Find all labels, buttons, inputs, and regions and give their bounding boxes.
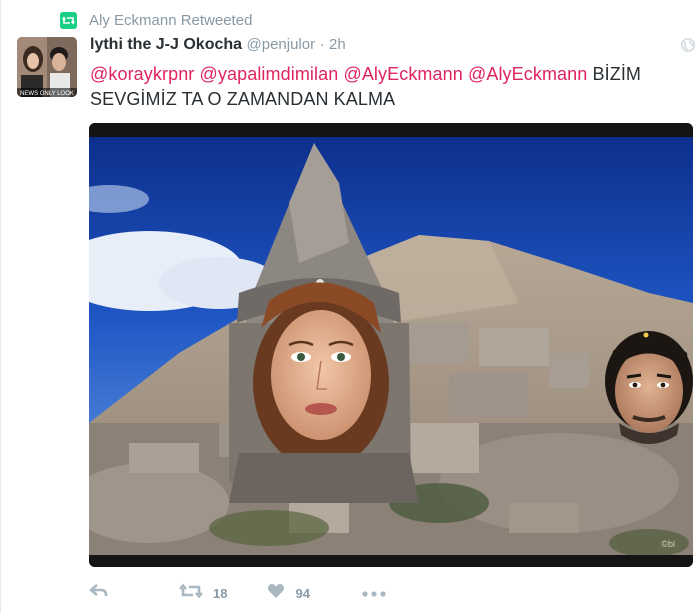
avatar-caption: NEWS ONLY LOOK — [20, 91, 74, 97]
heart-icon — [267, 583, 285, 604]
retweet-icon — [60, 11, 77, 29]
retweet-icon — [179, 583, 203, 604]
like-button[interactable]: 94 — [267, 583, 310, 604]
tweet-text-line1-rest: BİZİM — [592, 64, 642, 84]
display-name[interactable]: lythi the J-J Okocha — [90, 36, 242, 53]
mention-link[interactable]: @yapalimdimilan — [200, 64, 339, 84]
globe-icon[interactable] — [681, 38, 695, 52]
tweet-text: @koraykrpnr @yapalimdimilan @AlyEckmann … — [90, 62, 680, 112]
mention-link[interactable]: @AlyEckmann — [343, 64, 462, 84]
tweet[interactable]: Aly Eckmann Retweeted NEWS ONLY LOOK lyt… — [0, 0, 700, 613]
retweet-context-text[interactable]: Aly Eckmann Retweeted — [89, 12, 252, 29]
tweet-text-line2: SEVGİMİZ TA O ZAMANDAN KALMA — [90, 89, 396, 109]
retweet-button[interactable]: 18 — [179, 583, 227, 604]
reply-button[interactable] — [89, 583, 108, 603]
like-count: 94 — [295, 585, 310, 601]
more-button[interactable] — [362, 584, 386, 602]
timestamp[interactable]: 2h — [329, 36, 346, 53]
separator: · — [319, 36, 325, 53]
user-handle[interactable]: @penjulor — [247, 36, 316, 53]
tweet-actions: 18 94 — [89, 582, 386, 604]
retweet-context[interactable]: Aly Eckmann Retweeted — [60, 10, 252, 30]
more-icon — [362, 584, 386, 602]
mention-link[interactable]: @AlyEckmann — [468, 64, 587, 84]
mention-link[interactable]: @koraykrpnr — [90, 64, 194, 84]
reply-icon — [89, 583, 108, 603]
photo-watermark: ©bl — [661, 539, 675, 549]
avatar[interactable]: NEWS ONLY LOOK — [17, 37, 77, 97]
retweet-count: 18 — [213, 585, 228, 601]
tweet-header: lythi the J-J Okocha @penjulor · 2h — [90, 36, 346, 54]
tweet-photo[interactable]: ©bl — [89, 123, 693, 567]
